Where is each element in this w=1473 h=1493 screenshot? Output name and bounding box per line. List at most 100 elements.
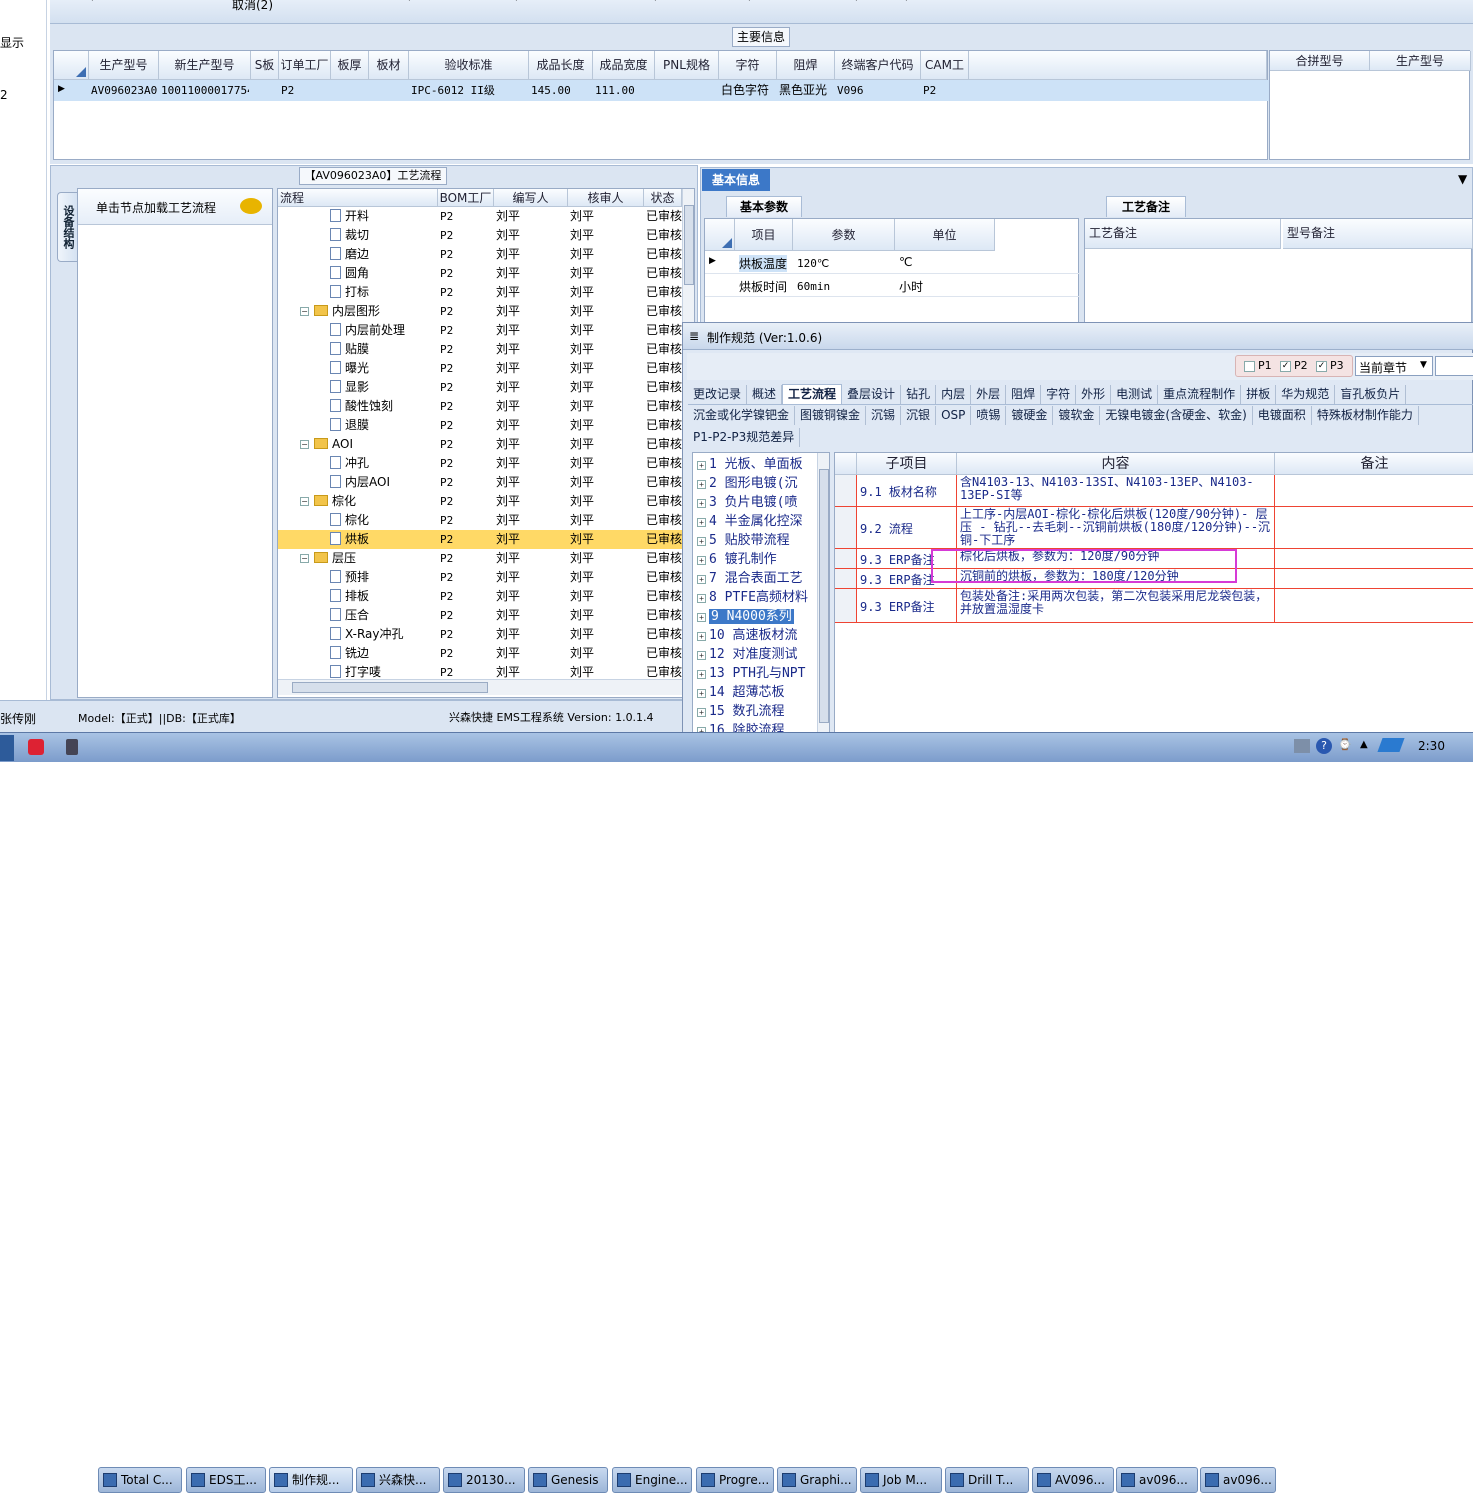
scroll-thumb[interactable]: [684, 205, 694, 285]
col-header[interactable]: 状态: [644, 189, 682, 207]
chapter-tree-item[interactable]: +1 光板、单面板: [697, 455, 803, 474]
taskbar-button[interactable]: Genesis: [528, 1467, 608, 1493]
chapter-tree-item[interactable]: +15 数孔流程: [697, 702, 784, 721]
chapter-tree-item[interactable]: +3 负片电镀(喷: [697, 493, 797, 512]
process-row[interactable]: 曝光 P2 刘平 刘平 已审核: [278, 359, 682, 378]
spec-col-header[interactable]: 子项目: [857, 453, 957, 475]
main-info-col-header[interactable]: CAM工厂: [921, 51, 969, 101]
collapse-toggle-icon[interactable]: −: [300, 307, 309, 316]
horizontal-scrollbar[interactable]: [278, 679, 682, 695]
quicklaunch-icon[interactable]: [28, 739, 44, 755]
expand-toggle-icon[interactable]: +: [697, 556, 706, 565]
process-row[interactable]: 内层前处理 P2 刘平 刘平 已审核: [278, 321, 682, 340]
merge-col-header[interactable]: 生产型号: [1370, 51, 1471, 71]
chevron-down-icon[interactable]: ▾: [90, 0, 95, 4]
network-icon[interactable]: [1377, 738, 1405, 752]
scroll-thumb[interactable]: [819, 469, 829, 723]
dropdown-arrow-icon[interactable]: ▼: [1458, 172, 1467, 186]
spec-tab-tabs2[interactable]: 无镍电镀金(含硬金、软金): [1100, 406, 1253, 425]
spec-tab-tabs1[interactable]: 更改记录: [688, 385, 748, 404]
spec-tab-tabs2[interactable]: 喷锡: [971, 406, 1007, 425]
taskbar-button[interactable]: Total C...: [98, 1467, 182, 1493]
spec-titlebar[interactable]: ≣ 制作规范 (Ver:1.0.6): [683, 323, 1473, 350]
col-header[interactable]: 项目: [735, 219, 793, 251]
chapter-tree-item[interactable]: +6 镀孔制作: [697, 550, 777, 569]
main-info-row[interactable]: ▶ AV096023A0 10011000017754 P2 IPC-6012 II级…: [54, 80, 1269, 101]
spec-tab-tabs3[interactable]: P1-P2-P3规范差异: [688, 428, 801, 447]
main-info-col-header[interactable]: 验收标准: [409, 51, 529, 80]
notes-col-header[interactable]: 型号备注: [1283, 219, 1473, 249]
chapter-tree-item[interactable]: +9 N4000系列: [697, 607, 794, 626]
process-row[interactable]: 内层AOI P2 刘平 刘平 已审核: [278, 473, 682, 492]
chapter-tree-item[interactable]: +13 PTH孔与NPT: [697, 664, 805, 683]
spec-tab-tabs1[interactable]: 外层: [971, 385, 1007, 404]
spec-tab-tabs2[interactable]: 沉锡: [866, 406, 902, 425]
tree-scrollbar[interactable]: [817, 453, 829, 734]
main-info-col-header[interactable]: 订单工厂: [279, 51, 331, 80]
chapter-tree-item[interactable]: +14 超薄芯板: [697, 683, 784, 702]
tab-basic-params[interactable]: 基本参数: [726, 196, 802, 217]
taskbar-button[interactable]: EDS工...: [186, 1467, 266, 1493]
expand-toggle-icon[interactable]: +: [697, 594, 706, 603]
taskbar-button[interactable]: av096...: [1116, 1467, 1198, 1493]
expand-toggle-icon[interactable]: +: [697, 518, 706, 527]
process-row[interactable]: 层压 − P2 刘平 刘平 已审核: [278, 549, 682, 568]
taskbar-button[interactable]: Engine...: [612, 1467, 692, 1493]
spec-tab-tabs1[interactable]: 概述: [747, 385, 783, 404]
main-info-col-header[interactable]: 成品宽度: [593, 51, 655, 80]
main-info-col-header[interactable]: 新生产型号: [159, 51, 251, 80]
process-row[interactable]: X-Ray冲孔 P2 刘平 刘平 已审核: [278, 625, 682, 644]
chapter-tree-item[interactable]: +5 贴胶带流程: [697, 531, 790, 550]
chapter-search-input[interactable]: [1435, 356, 1473, 376]
collapse-toggle-icon[interactable]: −: [300, 554, 309, 563]
spec-tab-tabs2[interactable]: 沉银: [901, 406, 937, 425]
hscroll-thumb[interactable]: [292, 682, 488, 693]
spec-tab-tabs2[interactable]: 图镀铜镍金: [795, 406, 867, 425]
taskbar-button[interactable]: 20130...: [443, 1467, 525, 1493]
chapter-tree-item[interactable]: +8 PTFE高频材料: [697, 588, 808, 607]
col-header[interactable]: 核审人: [568, 189, 644, 207]
spec-tab-tabs1[interactable]: 钻孔: [901, 385, 937, 404]
chevron-down-icon[interactable]: ▾: [904, 0, 909, 4]
spec-col-header[interactable]: 内容: [957, 453, 1275, 475]
process-row[interactable]: 圆角 P2 刘平 刘平 已审核: [278, 264, 682, 283]
spec-row[interactable]: 9.2 流程 上工序-内层AOI-棕化-棕化后烘板(120度/90分钟)- 层压 …: [835, 507, 1473, 549]
main-info-col-header[interactable]: 板材: [369, 51, 409, 80]
param-row[interactable]: ▶ 烘板温度 120℃ ℃: [705, 252, 1080, 274]
collapse-toggle-icon[interactable]: −: [300, 497, 309, 506]
spec-col-header[interactable]: 备注: [1275, 453, 1473, 475]
process-row[interactable]: 裁切 P2 刘平 刘平 已审核: [278, 226, 682, 245]
chevron-down-icon[interactable]: ▾: [514, 0, 519, 4]
help-icon[interactable]: ?: [1316, 738, 1332, 754]
expand-toggle-icon[interactable]: +: [697, 651, 706, 660]
spec-tab-tabs1[interactable]: 阻焊: [1006, 385, 1042, 404]
spec-tab-tabs1[interactable]: 内层: [936, 385, 972, 404]
param-value[interactable]: 60min: [797, 277, 830, 296]
chapter-tree-item[interactable]: +12 对准度测试: [697, 645, 797, 664]
spec-tab-tabs2[interactable]: 沉金或化学镍钯金: [688, 406, 796, 425]
notes-col-header[interactable]: 工艺备注: [1085, 219, 1281, 249]
taskbar-button[interactable]: Progre...: [696, 1467, 774, 1493]
spec-row[interactable]: 9.3 ERP备注 包装处备注:采用两次包装，第二次包装采用尼龙袋包装，并放置温湿…: [835, 589, 1473, 623]
taskbar-button[interactable]: AV096...: [1032, 1467, 1114, 1493]
spec-row[interactable]: 9.1 板材名称 含N4103-13、N4103-13SI、N4103-13EP、…: [835, 475, 1473, 507]
spec-tab-tabs1[interactable]: 电测试: [1111, 385, 1159, 404]
merge-col-header[interactable]: 合拼型号: [1270, 51, 1370, 71]
process-row[interactable]: 烘板 P2 刘平 刘平 已审核: [278, 530, 682, 549]
chapter-tree-item[interactable]: +10 高速板材流: [697, 626, 797, 645]
spec-tab-tabs1[interactable]: 拼板: [1241, 385, 1277, 404]
process-row[interactable]: 铣边 P2 刘平 刘平 已审核: [278, 644, 682, 663]
collapse-toggle-icon[interactable]: −: [300, 440, 309, 449]
taskbar-button[interactable]: 制作规...: [269, 1467, 353, 1493]
chapter-tree-item[interactable]: +2 图形电镀(沉: [697, 474, 797, 493]
chevron-down-icon[interactable]: ▾: [653, 0, 658, 4]
tray-icon[interactable]: [1294, 739, 1310, 753]
expand-toggle-icon[interactable]: +: [697, 689, 706, 698]
taskbar-button[interactable]: av096...: [1200, 1467, 1276, 1493]
main-info-col-header[interactable]: PNL规格: [655, 51, 719, 80]
process-row[interactable]: 磨边 P2 刘平 刘平 已审核: [278, 245, 682, 264]
expand-toggle-icon[interactable]: +: [697, 708, 706, 717]
spec-tab-tabs2[interactable]: 镀软金: [1053, 406, 1101, 425]
param-row[interactable]: 烘板时间 60min 小时: [705, 275, 1080, 297]
expand-toggle-icon[interactable]: +: [697, 613, 706, 622]
